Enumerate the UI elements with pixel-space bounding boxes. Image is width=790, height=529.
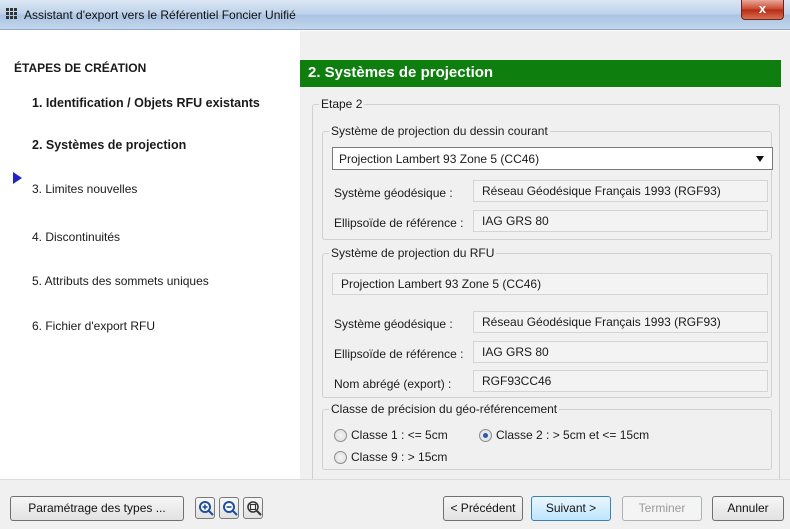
- class-1-label[interactable]: Classe 1 : <= 5cm: [351, 428, 448, 442]
- step-5[interactable]: 5. Attributs des sommets uniques: [32, 274, 209, 288]
- projection-select-value: Projection Lambert 93 Zone 5 (CC46): [339, 152, 540, 166]
- app-grid-icon: [6, 8, 19, 21]
- finish-button: Terminer: [622, 496, 702, 521]
- steps-panel: ÉTAPES DE CRÉATION 1. Identification / O…: [0, 31, 300, 479]
- rfu-geodetic-label: Système géodésique :: [334, 317, 453, 331]
- zoom-out-icon: [223, 501, 238, 516]
- current-geodetic-label: Système géodésique :: [334, 186, 453, 200]
- cancel-button[interactable]: Annuler: [712, 496, 784, 521]
- chevron-down-icon: [756, 156, 764, 162]
- rfu-projection-value: Projection Lambert 93 Zone 5 (CC46): [332, 273, 768, 295]
- zoom-in-icon: [199, 501, 214, 516]
- steps-heading: ÉTAPES DE CRÉATION: [14, 61, 147, 75]
- zoom-out-button[interactable]: [219, 497, 239, 519]
- step-4[interactable]: 4. Discontinuités: [32, 230, 120, 244]
- window-title-bar: Assistant d'export vers le Référentiel F…: [0, 0, 790, 30]
- class-9-label[interactable]: Classe 9 : > 15cm: [351, 450, 447, 464]
- class-2-radio[interactable]: [479, 429, 492, 442]
- rfu-geodetic-value: Réseau Géodésique Français 1993 (RGF93): [473, 311, 768, 333]
- short-name-label: Nom abrégé (export) :: [334, 377, 452, 391]
- projection-select[interactable]: Projection Lambert 93 Zone 5 (CC46): [332, 147, 773, 170]
- precision-legend: Classe de précision du géo-référencement: [331, 402, 558, 416]
- next-button[interactable]: Suivant >: [531, 496, 611, 521]
- zoom-fit-icon: [247, 501, 262, 516]
- etape-legend: Etape 2: [321, 97, 363, 111]
- current-geodetic-value: Réseau Géodésique Français 1993 (RGF93): [473, 180, 768, 202]
- step-1[interactable]: 1. Identification / Objets RFU existants: [32, 96, 260, 110]
- current-step-arrow-icon: [13, 172, 22, 184]
- window-title: Assistant d'export vers le Référentiel F…: [24, 8, 296, 22]
- rfu-projection-legend: Système de projection du RFU: [331, 246, 495, 260]
- params-types-button[interactable]: Paramétrage des types ...: [10, 496, 184, 521]
- step-6[interactable]: 6. Fichier d'export RFU: [32, 319, 155, 333]
- close-button[interactable]: x: [741, 0, 784, 20]
- zoom-in-button[interactable]: [195, 497, 215, 519]
- step-3[interactable]: 3. Limites nouvelles: [32, 182, 137, 196]
- step-2[interactable]: 2. Systèmes de projection: [32, 138, 186, 152]
- class-9-radio[interactable]: [334, 451, 347, 464]
- current-projection-legend: Système de projection du dessin courant: [331, 124, 548, 138]
- rfu-ellipsoid-label: Ellipsoïde de référence :: [334, 347, 464, 361]
- short-name-value: RGF93CC46: [473, 370, 768, 392]
- previous-button[interactable]: < Précédent: [443, 496, 523, 521]
- current-ellipsoid-value: IAG GRS 80: [473, 210, 768, 232]
- bottom-bar: Paramétrage des types ... < Précédent Su…: [0, 479, 790, 529]
- rfu-ellipsoid-value: IAG GRS 80: [473, 341, 768, 363]
- section-header: 2. Systèmes de projection: [300, 60, 781, 87]
- class-1-radio[interactable]: [334, 429, 347, 442]
- current-ellipsoid-label: Ellipsoïde de référence :: [334, 216, 464, 230]
- class-2-label[interactable]: Classe 2 : > 5cm et <= 15cm: [496, 428, 649, 442]
- zoom-fit-button[interactable]: [243, 497, 263, 519]
